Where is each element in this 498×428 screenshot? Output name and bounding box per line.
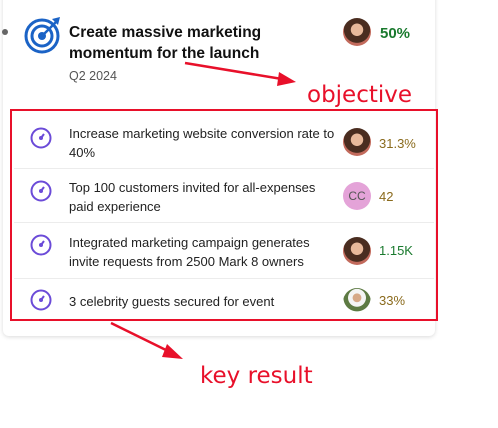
key-result-annotation: key result [200,363,313,389]
objective-annotation: objective [307,82,413,108]
